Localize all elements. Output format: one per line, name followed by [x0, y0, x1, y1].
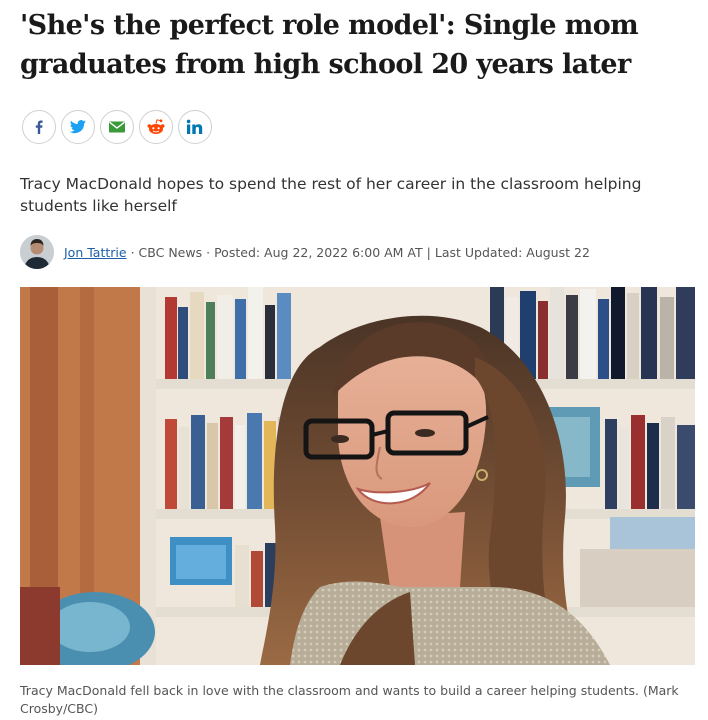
- article-deck: Tracy MacDonald hopes to spend the rest …: [20, 175, 642, 215]
- reddit-icon: [147, 119, 165, 134]
- email-icon: [109, 121, 125, 133]
- photo-caption: Tracy MacDonald fell back in love with t…: [20, 683, 679, 716]
- share-bar: [22, 110, 212, 144]
- facebook-icon: [35, 120, 43, 134]
- byline-separator: ·: [206, 244, 211, 260]
- byline-posted-date: Posted: Aug 22, 2022 6:00 AM AT: [214, 244, 423, 260]
- byline-divider: |: [426, 244, 431, 260]
- share-facebook-button[interactable]: [22, 110, 56, 144]
- share-reddit-button[interactable]: [139, 110, 173, 144]
- lead-photo[interactable]: [20, 287, 695, 665]
- author-avatar[interactable]: [20, 235, 54, 269]
- linkedin-icon: [186, 119, 203, 134]
- author-link[interactable]: Jon Tattrie: [64, 245, 127, 260]
- share-email-button[interactable]: [100, 110, 134, 144]
- share-twitter-button[interactable]: [61, 110, 95, 144]
- twitter-icon: [69, 120, 86, 134]
- byline-outlet: CBC News: [138, 244, 203, 260]
- byline-updated-date: Last Updated: August 22: [434, 244, 590, 260]
- share-linkedin-button[interactable]: [178, 110, 212, 144]
- article-headline: 'She's the perfect role model': Single m…: [20, 10, 639, 80]
- byline-separator: ·: [130, 244, 135, 260]
- byline: Jon Tattrie · CBC News · Posted: Aug 22,…: [20, 234, 590, 270]
